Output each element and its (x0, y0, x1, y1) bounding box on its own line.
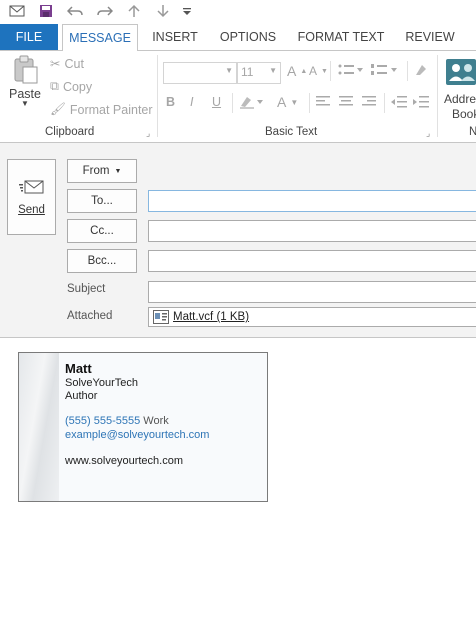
bullets-button[interactable] (338, 63, 364, 77)
tab-review[interactable]: REVIEW (400, 24, 460, 50)
font-name-combo[interactable]: ▼ (163, 62, 237, 84)
cc-field[interactable] (148, 220, 476, 242)
bold-button[interactable]: B (166, 95, 175, 109)
card-phone-row: (555) 555-5555 Work (65, 415, 169, 427)
card-website[interactable]: www.solveyourtech.com (65, 455, 183, 467)
align-center-icon[interactable] (339, 96, 353, 111)
underline-button[interactable]: U (212, 95, 221, 109)
save-icon[interactable] (37, 2, 55, 20)
cc-button[interactable]: Cc... (67, 219, 137, 243)
names-group-label: N (469, 126, 476, 138)
chevron-down-icon: ▼ (21, 99, 29, 108)
card-title: Author (65, 390, 98, 402)
font-size-value: 11 (241, 65, 254, 79)
down-arrow-icon[interactable] (154, 2, 172, 20)
grow-font-label: A (287, 63, 297, 79)
format-painter-button[interactable]: 🖌 Format Painter (50, 102, 153, 117)
card-company: SolveYourTech (65, 377, 138, 389)
bcc-field[interactable] (148, 250, 476, 272)
chevron-down-icon: ▼ (114, 167, 122, 175)
dialog-launcher-icon[interactable]: ⌟ (146, 128, 150, 139)
scissors-icon: ✂ (50, 57, 61, 71)
clipboard-group-label: Clipboard (45, 126, 95, 138)
copy-label: Copy (62, 79, 93, 94)
paste-button[interactable]: Paste ▼ (9, 55, 41, 108)
address-book-icon (446, 59, 476, 85)
bold-label: B (166, 95, 176, 109)
to-field[interactable] (148, 190, 476, 212)
to-button[interactable]: To... (67, 189, 137, 213)
subject-field[interactable] (148, 281, 476, 303)
numbered-list-icon (371, 64, 397, 75)
attachment-field[interactable]: Matt.vcf (1 KB) (148, 307, 476, 327)
quick-access-toolbar (0, 0, 476, 24)
bcc-label: Bcc... (87, 255, 117, 267)
send-label: Send (18, 204, 45, 216)
send-button[interactable]: Send (7, 159, 56, 235)
customize-toolbar-icon[interactable] (178, 2, 196, 20)
bullet-list-icon (338, 64, 363, 75)
font-color-button[interactable]: A ▼ (277, 94, 298, 110)
tab-insert[interactable]: INSERT (146, 24, 204, 50)
shrink-font-label: A (309, 64, 318, 78)
from-button[interactable]: From ▼ (67, 159, 137, 183)
underline-label: U (212, 95, 222, 109)
address-book-button[interactable]: Addre Book (444, 57, 476, 122)
bcc-button[interactable]: Bcc... (67, 249, 137, 273)
format-painter-label: Format Painter (69, 102, 153, 117)
grow-font-button[interactable]: A ▲ (287, 63, 307, 79)
cut-label: Cut (64, 56, 84, 71)
attached-label: Attached (67, 310, 113, 322)
send-icon (18, 180, 43, 194)
numbering-button[interactable] (371, 63, 399, 77)
address-book-label-1: Addre (444, 92, 476, 106)
font-size-combo[interactable]: 11 ▼ (237, 62, 281, 84)
card-decoration (19, 353, 59, 501)
from-label: From (82, 165, 110, 177)
to-label: To... (91, 195, 113, 207)
highlight-button[interactable] (239, 95, 267, 109)
cc-label: Cc... (90, 225, 114, 237)
tab-file[interactable]: FILE (0, 24, 58, 50)
compose-header: Send From ▼ To... Cc... Bcc... Subject A… (0, 143, 476, 338)
chevron-down-icon: ▼ (290, 97, 299, 107)
subject-label: Subject (67, 283, 106, 295)
basic-text-group-label: Basic Text (265, 126, 318, 138)
address-book-label-2: Book (452, 107, 476, 121)
tab-message[interactable]: MESSAGE (62, 24, 138, 52)
up-arrow-icon[interactable] (125, 2, 143, 20)
cut-button[interactable]: ✂ Cut (50, 56, 84, 72)
ribbon-tabs: FILE MESSAGE INSERT OPTIONS FORMAT TEXT … (0, 24, 476, 52)
attachment-name[interactable]: Matt.vcf (1 KB) (173, 311, 249, 323)
chevron-down-icon: ▼ (269, 66, 277, 75)
align-left-icon[interactable] (316, 96, 330, 111)
chevron-down-icon: ▼ (225, 66, 233, 75)
shrink-font-button[interactable]: A ▼ (309, 64, 328, 78)
copy-icon: ⧉ (50, 79, 59, 93)
card-phone-type: Work (143, 415, 169, 427)
dialog-launcher-icon[interactable]: ⌟ (426, 128, 430, 139)
paintbrush-icon: 🖌 (50, 102, 66, 116)
tab-options[interactable]: OPTIONS (214, 24, 282, 50)
font-color-label: A (277, 94, 287, 110)
italic-button[interactable]: I (190, 95, 193, 109)
tab-format-text[interactable]: FORMAT TEXT (293, 24, 389, 50)
italic-label: I (190, 95, 194, 109)
decrease-indent-icon[interactable] (391, 96, 407, 111)
increase-indent-icon[interactable] (413, 96, 429, 111)
ribbon: Paste ▼ ✂ Cut ⧉ Copy 🖌 Format Painter Cl… (0, 51, 476, 143)
clear-formatting-icon[interactable] (414, 63, 428, 80)
undo-icon[interactable] (66, 2, 84, 20)
align-right-icon[interactable] (362, 96, 376, 111)
card-email[interactable]: example@solveyourtech.com (65, 429, 209, 441)
business-card: Matt SolveYourTech Author (555) 555-5555… (18, 352, 268, 502)
card-phone: (555) 555-5555 (65, 415, 141, 427)
paste-icon (14, 55, 38, 84)
mail-icon[interactable] (8, 2, 26, 20)
card-name: Matt (65, 361, 92, 376)
redo-icon[interactable] (96, 2, 114, 20)
vcard-icon (153, 310, 169, 324)
copy-button[interactable]: ⧉ Copy (50, 79, 92, 94)
highlighter-icon (240, 97, 263, 109)
